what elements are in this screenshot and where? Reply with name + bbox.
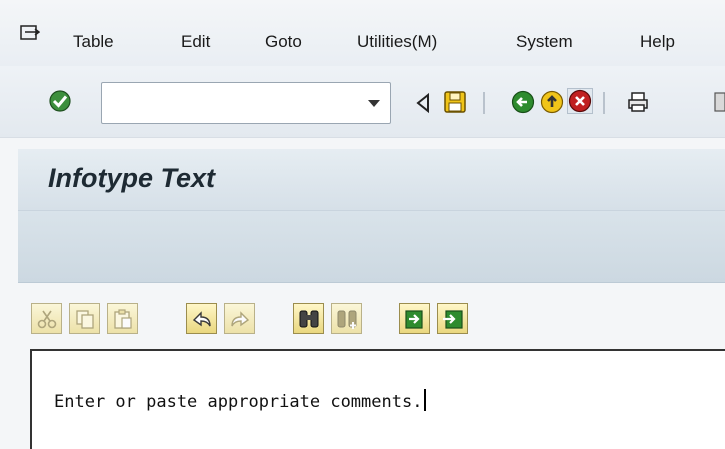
menu-arrow-icon[interactable] <box>20 25 41 41</box>
menu-edit[interactable]: Edit <box>181 32 210 52</box>
menu-bar: Table Edit Goto Utilities(M) System Help <box>0 0 725 66</box>
find-icon[interactable] <box>713 89 725 115</box>
menu-utilities[interactable]: Utilities(M) <box>357 32 437 52</box>
page-title: Infotype Text <box>48 163 216 193</box>
menu-goto[interactable]: Goto <box>265 32 302 52</box>
menu-table[interactable]: Table <box>73 32 114 52</box>
text-caret <box>424 389 426 411</box>
toolbar-separator <box>483 92 485 114</box>
menu-system[interactable]: System <box>516 32 573 52</box>
standard-toolbar <box>0 66 725 138</box>
copy-icon[interactable] <box>69 303 100 334</box>
enter-check-icon[interactable] <box>47 88 73 114</box>
find-icon[interactable] <box>293 303 324 334</box>
back-arrow-icon[interactable] <box>410 90 436 116</box>
cut-icon[interactable] <box>31 303 62 334</box>
menu-help[interactable]: Help <box>640 32 675 52</box>
editor-content[interactable]: Enter or paste appropriate comments. <box>54 389 426 412</box>
import-icon[interactable] <box>399 303 430 334</box>
title-bar: Infotype Text <box>18 149 725 211</box>
save-icon[interactable] <box>442 89 468 115</box>
print-icon[interactable] <box>625 89 651 115</box>
editor-text: Enter or paste appropriate comments. <box>54 392 423 412</box>
redo-icon[interactable] <box>224 303 255 334</box>
command-input[interactable] <box>110 91 350 115</box>
paste-icon[interactable] <box>107 303 138 334</box>
application-toolbar <box>18 211 725 283</box>
command-field[interactable] <box>101 82 391 124</box>
cancel-icon[interactable] <box>567 88 593 114</box>
toolbar-separator <box>603 92 605 114</box>
undo-icon[interactable] <box>186 303 217 334</box>
back-icon[interactable] <box>510 89 536 115</box>
find-next-icon[interactable] <box>331 303 362 334</box>
export-icon[interactable] <box>437 303 468 334</box>
exit-icon[interactable] <box>539 89 565 115</box>
chevron-down-icon[interactable] <box>368 100 380 107</box>
text-editor[interactable]: Enter or paste appropriate comments. <box>30 349 725 449</box>
